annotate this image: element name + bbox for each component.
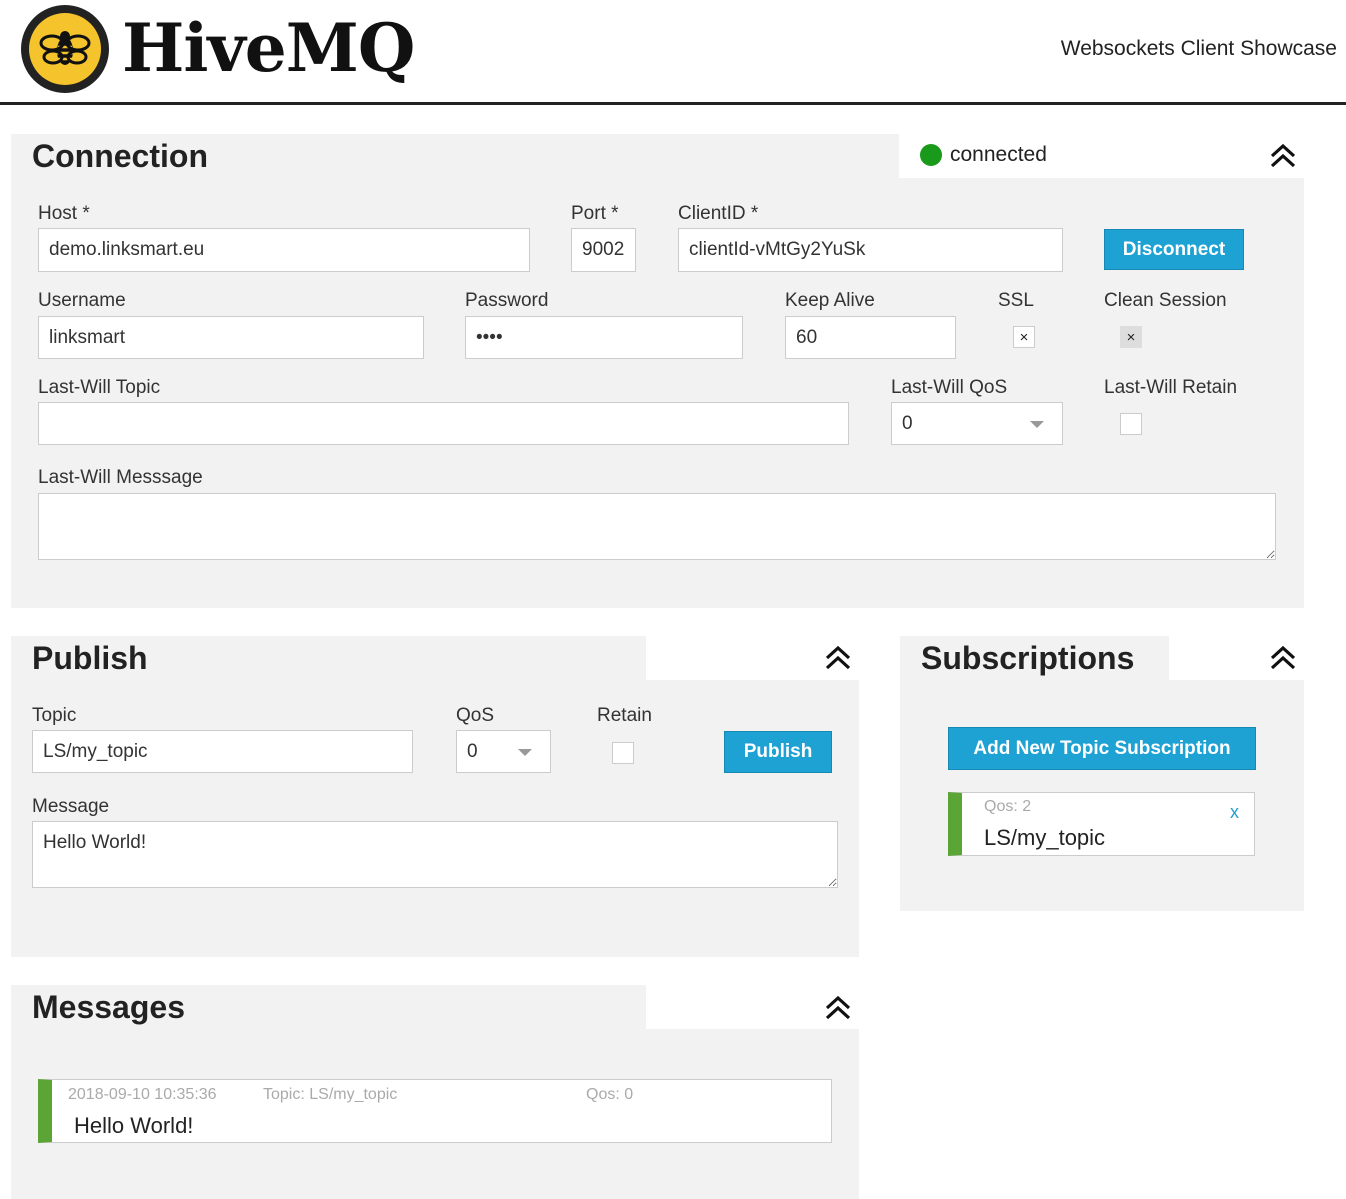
username-label: Username xyxy=(38,290,126,311)
add-subscription-button[interactable]: Add New Topic Subscription xyxy=(948,727,1256,770)
publish-qos-select[interactable]: 0 xyxy=(456,730,551,773)
lw-retain-checkbox[interactable] xyxy=(1120,413,1142,435)
app-header: HiveMQ Websockets Client Showcase xyxy=(0,0,1346,105)
keepalive-label: Keep Alive xyxy=(785,290,875,311)
ssl-label: SSL xyxy=(998,290,1034,311)
connection-status: connected xyxy=(920,143,1047,167)
publish-title: Publish xyxy=(32,640,148,676)
publish-topic-input[interactable] xyxy=(32,730,413,773)
message-timestamp: 2018-09-10 10:35:36 xyxy=(68,1086,217,1103)
clean-session-label: Clean Session xyxy=(1104,290,1227,311)
port-input[interactable] xyxy=(571,228,636,272)
disconnect-button[interactable]: Disconnect xyxy=(1104,229,1244,270)
collapse-publish-icon[interactable] xyxy=(823,643,853,673)
lw-message-label: Last-Will Messsage xyxy=(38,467,203,488)
lw-topic-label: Last-Will Topic xyxy=(38,377,161,398)
remove-subscription-icon[interactable]: x xyxy=(1230,802,1239,823)
status-text: connected xyxy=(950,143,1047,166)
subscriptions-title: Subscriptions xyxy=(921,640,1135,676)
lw-topic-input[interactable] xyxy=(38,402,849,445)
logo-wordmark: HiveMQ xyxy=(122,9,415,87)
keepalive-input[interactable] xyxy=(785,316,956,359)
password-label: Password xyxy=(465,290,549,311)
publish-topic-label: Topic xyxy=(32,705,77,726)
collapse-connection-icon[interactable] xyxy=(1268,141,1298,171)
publish-panel xyxy=(11,636,859,957)
port-label: Port * xyxy=(571,203,619,224)
messages-title: Messages xyxy=(32,989,185,1025)
publish-retain-label: Retain xyxy=(597,705,652,726)
hivemq-logo-icon xyxy=(21,5,109,93)
host-input[interactable] xyxy=(38,228,530,272)
connection-title: Connection xyxy=(32,138,208,174)
header-tagline: Websockets Client Showcase xyxy=(1060,37,1337,60)
message-item: 2018-09-10 10:35:36 Topic: LS/my_topic Q… xyxy=(38,1079,832,1143)
clientid-label: ClientID * xyxy=(678,203,759,224)
password-input[interactable] xyxy=(465,316,743,359)
collapse-messages-icon[interactable] xyxy=(823,993,853,1023)
publish-qos-value: 0 xyxy=(467,740,478,762)
message-topic: Topic: LS/my_topic xyxy=(263,1086,398,1103)
publish-button[interactable]: Publish xyxy=(724,731,832,773)
publish-message-label: Message xyxy=(32,796,110,817)
message-qos: Qos: 0 xyxy=(586,1086,634,1103)
collapse-subscriptions-icon[interactable] xyxy=(1268,643,1298,673)
subscription-topic: LS/my_topic xyxy=(984,825,1106,850)
host-label: Host * xyxy=(38,203,90,224)
message-body: Hello World! xyxy=(74,1113,194,1138)
status-dot-icon xyxy=(920,144,942,166)
publish-message-textarea[interactable]: Hello World! xyxy=(32,821,838,888)
subscription-qos: Qos: 2 xyxy=(984,798,1032,815)
lw-retain-label: Last-Will Retain xyxy=(1104,377,1238,398)
chevron-down-icon xyxy=(518,748,532,756)
publish-qos-label: QoS xyxy=(456,705,495,726)
publish-retain-checkbox[interactable] xyxy=(612,742,634,764)
clientid-input[interactable] xyxy=(678,228,1063,272)
subscription-item: Qos: 2 LS/my_topic x xyxy=(948,792,1255,856)
clean-session-checkbox[interactable]: × xyxy=(1120,326,1142,348)
lw-qos-select[interactable]: 0 xyxy=(891,402,1063,445)
lw-qos-label: Last-Will QoS xyxy=(891,377,1008,398)
username-input[interactable] xyxy=(38,316,424,359)
lw-message-textarea[interactable] xyxy=(38,493,1276,560)
ssl-checkbox[interactable]: × xyxy=(1013,326,1035,348)
chevron-down-icon xyxy=(1030,420,1044,428)
lw-qos-value: 0 xyxy=(902,412,913,434)
